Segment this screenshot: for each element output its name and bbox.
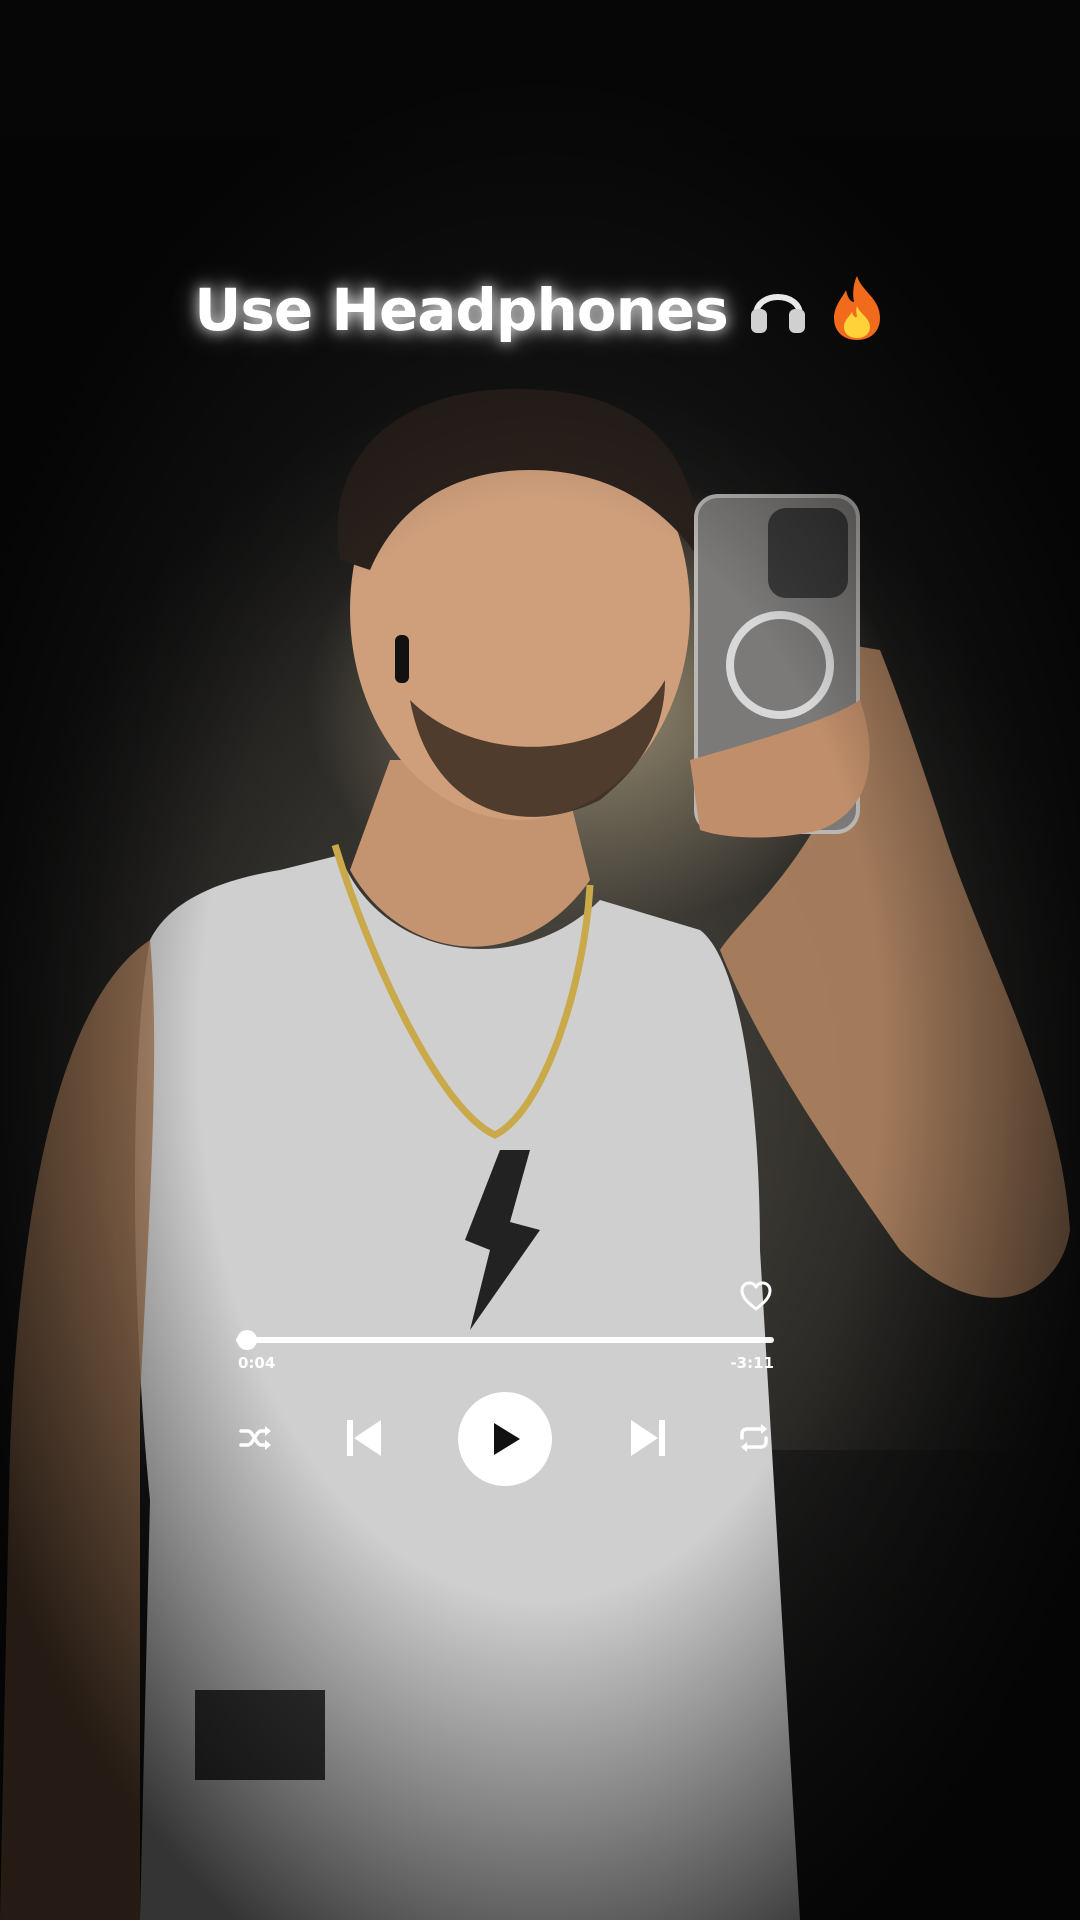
headline: Use Headphones xyxy=(0,272,1080,356)
next-track-button[interactable] xyxy=(626,1416,670,1460)
elapsed-time: 0:04 xyxy=(238,1354,276,1372)
ceiling-shape xyxy=(0,0,1080,140)
previous-track-button[interactable] xyxy=(342,1416,386,1460)
music-player: 0:04 -3:11 xyxy=(236,1270,776,1510)
skip-previous-icon xyxy=(347,1420,381,1456)
progress-bar[interactable] xyxy=(236,1330,774,1350)
repeat-icon xyxy=(740,1424,768,1452)
shuffle-icon xyxy=(239,1426,271,1450)
phone-camera-shape xyxy=(768,508,848,598)
story-canvas: Use Headphones 0:04 -3:11 xyxy=(0,0,1080,1920)
play-icon xyxy=(494,1423,520,1455)
left-arm-shape xyxy=(0,940,155,1920)
earbud-shape xyxy=(395,635,409,683)
skip-next-icon xyxy=(631,1420,665,1456)
heart-outline-icon xyxy=(740,1281,772,1311)
repeat-button[interactable] xyxy=(734,1418,774,1458)
headline-text: Use Headphones xyxy=(194,276,728,345)
label-patch-shape xyxy=(195,1690,325,1780)
like-button[interactable] xyxy=(739,1280,773,1312)
progress-scrubber[interactable] xyxy=(237,1330,258,1350)
remaining-time: -3:11 xyxy=(730,1354,774,1372)
fire-icon xyxy=(828,272,886,356)
shuffle-button[interactable] xyxy=(236,1418,276,1458)
headphones-icon xyxy=(746,275,810,353)
play-button[interactable] xyxy=(458,1392,552,1486)
